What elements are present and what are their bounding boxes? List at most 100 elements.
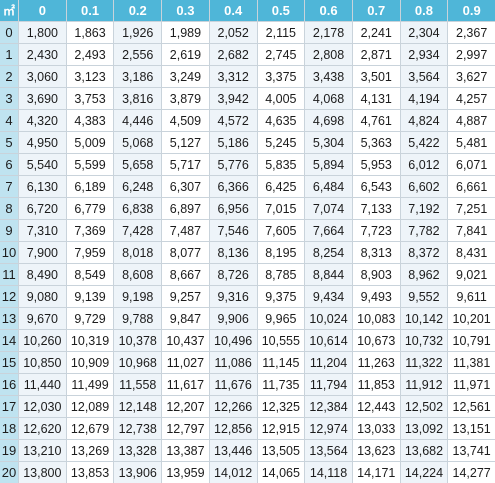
row-header: 9 bbox=[0, 220, 18, 241]
table-cell: 10,614 bbox=[305, 330, 352, 351]
table-cell: 12,502 bbox=[400, 396, 448, 417]
table-cell: 1,989 bbox=[162, 22, 209, 43]
table-cell: 12,384 bbox=[305, 396, 352, 417]
table-cell: 3,123 bbox=[66, 66, 114, 87]
table-cell: 3,627 bbox=[448, 66, 495, 87]
table-cell: 13,446 bbox=[209, 440, 257, 461]
table-cell: 6,838 bbox=[114, 198, 162, 219]
table-cell: 8,903 bbox=[352, 264, 400, 285]
table-cell: 13,853 bbox=[66, 462, 114, 483]
table-cell: 2,493 bbox=[66, 44, 114, 65]
row-header: 15 bbox=[0, 352, 18, 373]
table-cell: 7,723 bbox=[352, 220, 400, 241]
table-cell: 5,953 bbox=[352, 154, 400, 175]
table-cell: 10,673 bbox=[352, 330, 400, 351]
table-cell: 12,089 bbox=[66, 396, 114, 417]
table-cell: 2,241 bbox=[352, 22, 400, 43]
table-cell: 13,269 bbox=[66, 440, 114, 461]
table-cell: 3,375 bbox=[257, 66, 305, 87]
table-cell: 4,257 bbox=[448, 88, 495, 109]
table-cell: 5,835 bbox=[257, 154, 305, 175]
table-cell: 4,887 bbox=[448, 110, 495, 131]
row-header: 10 bbox=[0, 242, 18, 263]
table-cell: 7,015 bbox=[257, 198, 305, 219]
table-cell: 7,192 bbox=[400, 198, 448, 219]
table-cell: 5,304 bbox=[305, 132, 352, 153]
row-header: 4 bbox=[0, 110, 18, 131]
table-cell: 11,086 bbox=[209, 352, 257, 373]
table-cell: 3,312 bbox=[209, 66, 257, 87]
table-cell: 4,950 bbox=[19, 132, 66, 153]
table-cell: 13,682 bbox=[400, 440, 448, 461]
table-cell: 3,060 bbox=[19, 66, 66, 87]
table-cell: 10,142 bbox=[400, 308, 448, 329]
table-cell: 5,599 bbox=[66, 154, 114, 175]
column-header: 0.1 bbox=[66, 0, 114, 21]
table-cell: 11,145 bbox=[257, 352, 305, 373]
row-header: 16 bbox=[0, 374, 18, 395]
table-cell: 11,971 bbox=[448, 374, 495, 395]
table-cell: 7,133 bbox=[352, 198, 400, 219]
table-cell: 3,438 bbox=[305, 66, 352, 87]
table-cell: 4,761 bbox=[352, 110, 400, 131]
table-cell: 9,611 bbox=[448, 286, 495, 307]
table-cell: 12,856 bbox=[209, 418, 257, 439]
table-cell: 8,136 bbox=[209, 242, 257, 263]
table-cell: 9,729 bbox=[66, 308, 114, 329]
row-header: 7 bbox=[0, 176, 18, 197]
row-header: 13 bbox=[0, 308, 18, 329]
table-cell: 6,897 bbox=[162, 198, 209, 219]
table-cell: 8,195 bbox=[257, 242, 305, 263]
table-cell: 8,549 bbox=[66, 264, 114, 285]
column-header: 0.4 bbox=[209, 0, 257, 21]
table-cell: 13,741 bbox=[448, 440, 495, 461]
table-cell: 9,139 bbox=[66, 286, 114, 307]
table-cell: 11,322 bbox=[400, 352, 448, 373]
table-cell: 13,906 bbox=[114, 462, 162, 483]
table-cell: 1,863 bbox=[66, 22, 114, 43]
table-cell: 2,619 bbox=[162, 44, 209, 65]
table-cell: 3,186 bbox=[114, 66, 162, 87]
table-cell: 10,378 bbox=[114, 330, 162, 351]
table-cell: 13,151 bbox=[448, 418, 495, 439]
row-header: 11 bbox=[0, 264, 18, 285]
table-cell: 7,546 bbox=[209, 220, 257, 241]
table-cell: 8,431 bbox=[448, 242, 495, 263]
table-cell: 6,720 bbox=[19, 198, 66, 219]
table-cell: 12,030 bbox=[19, 396, 66, 417]
table-cell: 13,800 bbox=[19, 462, 66, 483]
table-cell: 13,623 bbox=[352, 440, 400, 461]
table-cell: 8,313 bbox=[352, 242, 400, 263]
column-header: 0.7 bbox=[352, 0, 400, 21]
table-cell: 3,564 bbox=[400, 66, 448, 87]
table-cell: 4,698 bbox=[305, 110, 352, 131]
table-cell: 12,974 bbox=[305, 418, 352, 439]
table-cell: 2,871 bbox=[352, 44, 400, 65]
corner-unit-label: ㎡ bbox=[0, 0, 18, 21]
row-header: 19 bbox=[0, 440, 18, 461]
table-cell: 12,915 bbox=[257, 418, 305, 439]
table-cell: 8,372 bbox=[400, 242, 448, 263]
table-cell: 7,841 bbox=[448, 220, 495, 241]
table-cell: 7,487 bbox=[162, 220, 209, 241]
row-header: 8 bbox=[0, 198, 18, 219]
table-cell: 10,555 bbox=[257, 330, 305, 351]
row-header: 5 bbox=[0, 132, 18, 153]
table-cell: 11,676 bbox=[209, 374, 257, 395]
table-cell: 1,800 bbox=[19, 22, 66, 43]
table-cell: 4,320 bbox=[19, 110, 66, 131]
table-cell: 8,726 bbox=[209, 264, 257, 285]
table-cell: 8,254 bbox=[305, 242, 352, 263]
table-cell: 9,552 bbox=[400, 286, 448, 307]
table-cell: 5,009 bbox=[66, 132, 114, 153]
table-cell: 4,509 bbox=[162, 110, 209, 131]
table-cell: 8,018 bbox=[114, 242, 162, 263]
table-cell: 10,968 bbox=[114, 352, 162, 373]
table-cell: 13,387 bbox=[162, 440, 209, 461]
table-cell: 2,682 bbox=[209, 44, 257, 65]
table-cell: 10,260 bbox=[19, 330, 66, 351]
table-cell: 6,779 bbox=[66, 198, 114, 219]
table-cell: 10,083 bbox=[352, 308, 400, 329]
row-header: 12 bbox=[0, 286, 18, 307]
row-header: 14 bbox=[0, 330, 18, 351]
